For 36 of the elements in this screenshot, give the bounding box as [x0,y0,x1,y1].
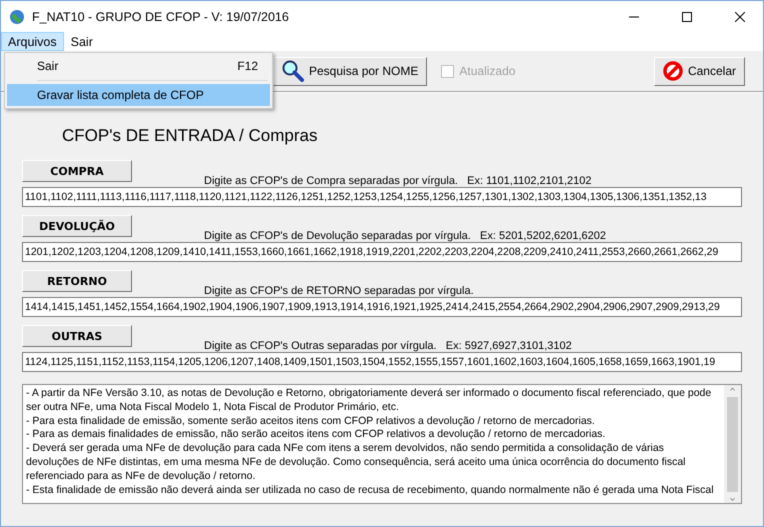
note-line: - Para as demais finalidades de emissão, não serão aceitos itens com CFOP relativos a devolução / retorno de mercadorias. [26,428,606,442]
hint-text: Digite as CFOP's de RETORNO separadas por vírgula. [204,285,474,297]
note-line: - Para esta finalidade de emissão, somente serão aceitos itens com CFOP relativos a devolução / retorno de mercadorias. [26,414,596,428]
window-title: F_NAT10 - GRUPO DE CFOP - V: 19/07/2016 [32,10,290,24]
note-line: - Esta finalidade de emissão não deverá ainda ser utilizada no caso de recusa de recebimento, quando normalmente não é gerada uma Nota Fiscal [26,484,715,498]
category-button[interactable]: OUTRAS [22,325,132,347]
heading: CFOP's DE ENTRADA / Compras [62,126,318,146]
note-line: referenciado para as NFe de devolução / retorno. [26,470,256,484]
search-button[interactable]: Pesquisa por NOME [273,56,428,86]
menu-option[interactable]: Sair F12 [7,55,270,77]
category-button[interactable]: DEVOLUÇÃO [22,215,132,237]
input-field[interactable]: 1124,1125,1151,1152,1153,1154,1205,1206,1207,1408,1409,1501,1503,1504,1552,1555,1557,1601,1602,1603,1604,1605,1658,1659,1663,1901,19 [22,352,742,372]
input-field[interactable]: 1101,1102,1111,1113,1116,1117,1118,1120,1121,1122,1126,1251,1252,1253,1254,1255,1256,1257,1301,1302,1303,1304,1305,1306,1351,1352,13 [22,187,742,207]
scrollbar[interactable] [724,385,741,503]
menu-option[interactable]: Gravar lista completa de CFOP [7,84,270,106]
category-button[interactable]: COMPRA [22,160,132,182]
hint-text: Digite as CFOP's de Devolução separadas por vírgula. Ex: 5201,5202,6201,6202 [204,230,606,242]
hint-text: Digite as CFOP's Outras separadas por vírgula. Ex: 5927,6927,3101,3102 [204,340,572,352]
scroll-up-icon[interactable] [728,385,737,394]
shortcut-text: F12 [237,59,258,73]
prohibited-icon [662,61,683,81]
category-button[interactable]: RETORNO [22,270,132,292]
menu-item[interactable]: Sair [64,32,100,51]
magnifier-icon [282,60,304,82]
notes-area[interactable] [22,384,742,504]
note-line: - Deverá ser gerada uma NFe de devolução para cada NFe com itens a serem devolvidos, não sendo permitida a consolidação de várias [26,442,665,456]
input-field[interactable]: 1201,1202,1203,1204,1208,1209,1410,1411,1553,1660,1661,1662,1918,1919,2201,2202,2203,2204,2208,2209,2410,2411,2553,2660,2661,2662,29 [22,242,742,262]
cancel-button[interactable]: Cancelar [654,56,745,86]
hint-text: Digite as CFOP's de Compra separadas por vírgula. Ex: 1101,1102,2101,2102 [204,175,592,187]
note-line: ser outra NFe, uma Nota Fiscal Modelo 1, Nota Fiscal de Produtor Primário, etc. [26,400,400,415]
globe-icon [9,8,25,24]
menu-item[interactable]: Arquivos [1,32,64,51]
note-line: - A partir da NFe Versão 3.10, as notas de Devolução e Retorno, obrigatoriamente deverá ser informado o documento fiscal referenciado, que pode [26,387,712,401]
checkbox-label: Atualizado [459,64,516,78]
input-field[interactable]: 1414,1415,1451,1452,1554,1664,1902,1904,1906,1907,1909,1913,1914,1916,1921,1925,2414,2415,2554,2664,2902,2904,2906,2907,2909,2913,29 [22,297,742,317]
note-line: devoluções de NFe distintas, em uma mesma NFe de devolução. Como consequência, será aceito uma única ocorrência do documento fiscal [26,456,687,470]
